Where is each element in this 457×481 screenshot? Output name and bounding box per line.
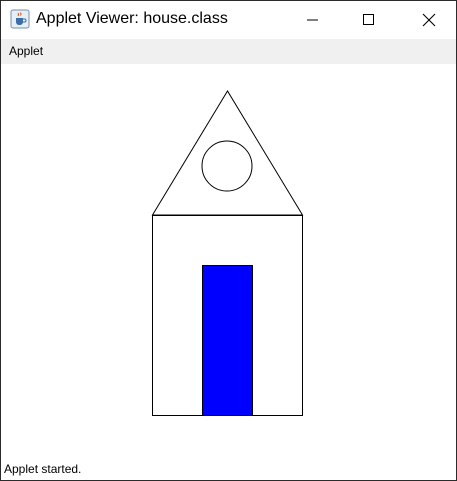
window-title: Applet Viewer: house.class	[36, 10, 228, 27]
close-button[interactable]	[406, 1, 452, 39]
menu-bar: Applet	[1, 39, 456, 64]
roof-window-circle	[201, 140, 253, 192]
minimize-icon	[307, 19, 318, 21]
close-icon	[422, 13, 436, 27]
status-bar: Applet started.	[1, 459, 456, 480]
menu-applet[interactable]: Applet	[9, 44, 43, 58]
house-drawing	[151, 90, 304, 416]
java-cup-icon	[10, 9, 30, 29]
minimize-button[interactable]	[290, 1, 336, 39]
maximize-icon	[363, 14, 374, 25]
door-rectangle	[202, 265, 253, 416]
status-text: Applet started.	[4, 462, 82, 476]
applet-viewer-window: Applet Viewer: house.class Applet Applet…	[0, 0, 457, 481]
maximize-button[interactable]	[346, 1, 392, 39]
title-bar[interactable]: Applet Viewer: house.class	[1, 1, 456, 39]
applet-canvas	[1, 64, 456, 457]
roof-triangle	[151, 90, 304, 216]
